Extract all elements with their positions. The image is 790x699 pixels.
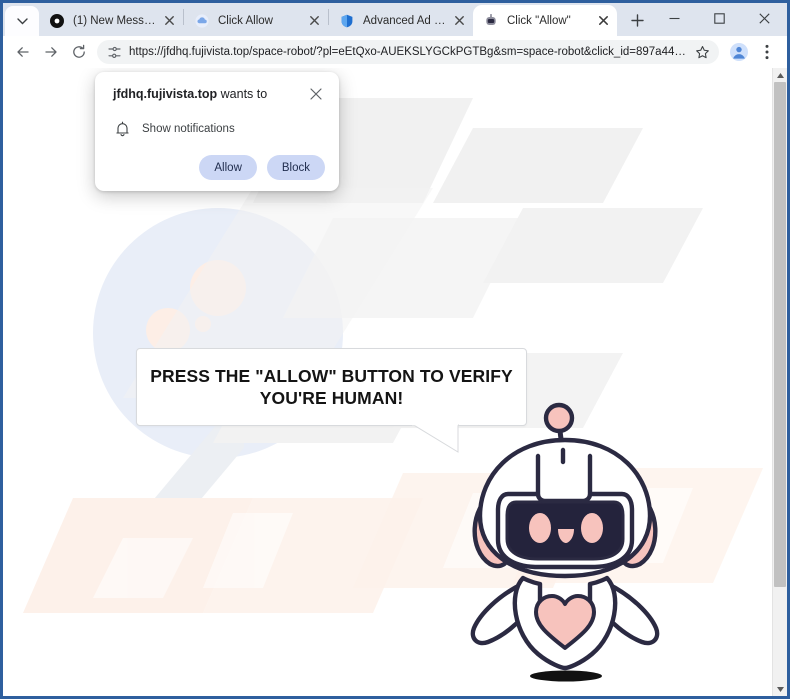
maximize-button[interactable] — [697, 3, 742, 33]
close-tab-icon[interactable] — [594, 12, 612, 30]
page-content: PRESS THE "ALLOW" BUTTON TO VERIFY YOU'R… — [3, 68, 787, 696]
profile-avatar-icon[interactable] — [725, 38, 753, 66]
permission-dialog-title: jfdhq.fujivista.top wants to — [113, 86, 303, 103]
close-icon[interactable] — [307, 85, 325, 103]
new-tab-button[interactable] — [623, 6, 651, 34]
permission-request-label: Show notifications — [142, 123, 235, 135]
page-viewport: PRESS THE "ALLOW" BUTTON TO VERIFY YOU'R… — [3, 68, 787, 696]
close-tab-icon[interactable] — [305, 12, 323, 30]
permission-dialog-header: jfdhq.fujivista.top wants to — [113, 86, 325, 103]
space-robot-mascot — [470, 402, 660, 682]
browser-window: (1) New Message! Click Allow Advanced Ad… — [0, 0, 790, 699]
url-text[interactable]: https://jfdhq.fujivista.top/space-robot/… — [129, 46, 691, 58]
browser-toolbar: https://jfdhq.fujivista.top/space-robot/… — [3, 36, 787, 68]
reload-icon[interactable] — [65, 38, 93, 66]
bell-icon — [113, 120, 131, 138]
window-controls — [652, 3, 787, 36]
permission-origin: jfdhq.fujivista.top — [113, 87, 218, 101]
notification-permission-dialog: jfdhq.fujivista.top wants to Show notifi… — [95, 72, 339, 191]
permission-request-row: Show notifications — [113, 120, 325, 138]
tab-title: (1) New Message! — [73, 14, 160, 27]
tab-click-allow[interactable]: Click Allow — [184, 5, 328, 36]
tab-new-message[interactable]: (1) New Message! — [39, 5, 183, 36]
tab-title: Click "Allow" — [507, 14, 571, 27]
tab-search-chevron-icon[interactable] — [5, 6, 39, 36]
dark-circle-favicon — [49, 13, 65, 29]
allow-button[interactable]: Allow — [199, 155, 257, 180]
forward-arrow-icon[interactable] — [37, 38, 65, 66]
permission-title-suffix: wants to — [217, 87, 268, 101]
block-button[interactable]: Block — [266, 155, 325, 180]
close-tab-icon[interactable] — [450, 12, 468, 30]
vertical-scrollbar[interactable] — [772, 68, 787, 696]
address-bar[interactable]: https://jfdhq.fujivista.top/space-robot/… — [97, 40, 719, 64]
tab-click-allow-active[interactable]: Click "Allow" — [473, 5, 617, 36]
three-dot-menu-icon[interactable] — [753, 38, 781, 66]
robot-favicon — [483, 13, 499, 29]
scrollbar-thumb[interactable] — [774, 82, 786, 587]
tab-advanced-ad-blocker[interactable]: Advanced Ad Blocker — [329, 5, 473, 36]
minimize-button[interactable] — [652, 3, 697, 33]
tab-strip: (1) New Message! Click Allow Advanced Ad… — [3, 3, 787, 36]
close-window-button[interactable] — [742, 3, 787, 33]
site-settings-icon[interactable] — [105, 43, 123, 61]
scroll-up-arrow-icon[interactable] — [773, 68, 787, 82]
tab-title: Advanced Ad Blocker — [363, 14, 450, 27]
tab-title: Click Allow — [218, 14, 273, 27]
close-tab-icon[interactable] — [160, 12, 178, 30]
permission-dialog-actions: Allow Block — [113, 155, 325, 180]
blue-shield-favicon — [339, 13, 355, 29]
star-icon[interactable] — [691, 41, 713, 63]
blue-cloud-favicon — [194, 13, 210, 29]
back-arrow-icon[interactable] — [9, 38, 37, 66]
scroll-down-arrow-icon[interactable] — [773, 682, 787, 696]
